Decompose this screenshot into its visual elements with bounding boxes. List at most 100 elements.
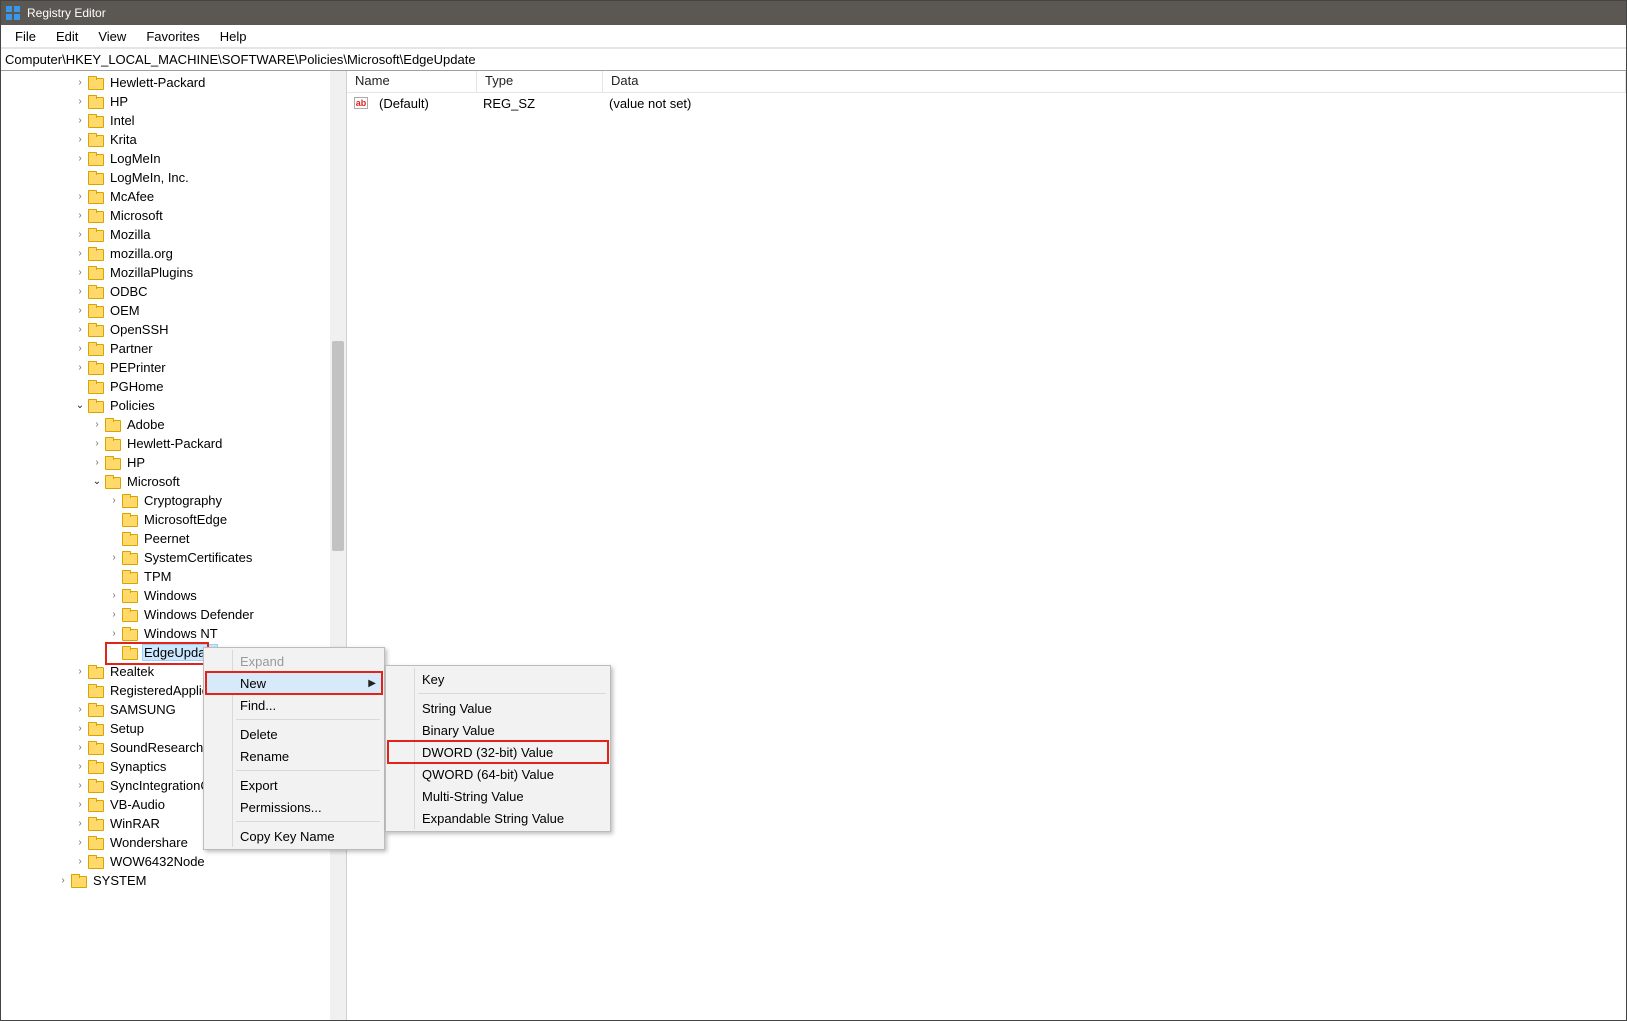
value-row-default[interactable]: ab (Default) REG_SZ (value not set) bbox=[347, 93, 1626, 113]
chevron-down-icon[interactable]: ⌄ bbox=[74, 400, 86, 411]
chevron-right-icon[interactable]: › bbox=[74, 115, 86, 126]
tree-item[interactable]: LogMeIn, Inc. bbox=[1, 168, 346, 187]
tree-item[interactable]: MicrosoftEdge bbox=[1, 510, 346, 529]
chevron-right-icon[interactable]: › bbox=[91, 457, 103, 468]
menu-file[interactable]: File bbox=[5, 27, 46, 46]
context-menu-item[interactable]: DWORD (32-bit) Value bbox=[388, 741, 608, 763]
tree-item[interactable]: ›Microsoft bbox=[1, 206, 346, 225]
tree-item[interactable]: ›Windows Defender bbox=[1, 605, 346, 624]
chevron-right-icon[interactable]: › bbox=[91, 419, 103, 430]
tree-scrollbar[interactable] bbox=[330, 71, 346, 1020]
chevron-right-icon[interactable]: › bbox=[74, 837, 86, 848]
tree-item-label: PGHome bbox=[108, 379, 165, 394]
context-menu-item[interactable]: Multi-String Value bbox=[388, 785, 608, 807]
tree-item[interactable]: ›HP bbox=[1, 453, 346, 472]
address-bar[interactable] bbox=[1, 49, 1626, 71]
chevron-right-icon[interactable]: › bbox=[74, 248, 86, 259]
context-menu-item[interactable]: Rename bbox=[206, 745, 382, 767]
tree-item[interactable]: ›WOW6432Node bbox=[1, 852, 346, 871]
tree-item[interactable]: PGHome bbox=[1, 377, 346, 396]
context-menu-item[interactable]: New▶ bbox=[206, 672, 382, 694]
tree-item[interactable]: ⌄Microsoft bbox=[1, 472, 346, 491]
tree-item[interactable]: ›OEM bbox=[1, 301, 346, 320]
chevron-right-icon[interactable]: › bbox=[74, 191, 86, 202]
chevron-right-icon[interactable]: › bbox=[74, 229, 86, 240]
tree-item[interactable]: ›McAfee bbox=[1, 187, 346, 206]
chevron-right-icon[interactable]: › bbox=[91, 438, 103, 449]
folder-icon bbox=[88, 323, 104, 337]
address-input[interactable] bbox=[5, 52, 1622, 67]
chevron-right-icon[interactable]: › bbox=[74, 761, 86, 772]
new-submenu: Key String ValueBinary ValueDWORD (32-bit… bbox=[385, 665, 611, 832]
chevron-right-icon[interactable]: › bbox=[74, 305, 86, 316]
chevron-right-icon[interactable]: › bbox=[108, 628, 120, 639]
chevron-right-icon[interactable]: › bbox=[74, 362, 86, 373]
chevron-right-icon[interactable]: › bbox=[74, 723, 86, 734]
tree-item[interactable]: ›Hewlett-Packard bbox=[1, 73, 346, 92]
tree-scrollbar-thumb[interactable] bbox=[332, 341, 344, 551]
chevron-right-icon[interactable]: › bbox=[74, 96, 86, 107]
tree-item[interactable]: ›OpenSSH bbox=[1, 320, 346, 339]
chevron-right-icon[interactable]: › bbox=[57, 875, 69, 886]
chevron-right-icon[interactable]: › bbox=[108, 609, 120, 620]
registry-tree-panel: ›Hewlett-Packard›HP›Intel›Krita›LogMeInL… bbox=[1, 71, 347, 1020]
tree-item[interactable]: ›Partner bbox=[1, 339, 346, 358]
chevron-right-icon[interactable]: › bbox=[74, 77, 86, 88]
tree-item[interactable]: ›Mozilla bbox=[1, 225, 346, 244]
tree-item[interactable]: TPM bbox=[1, 567, 346, 586]
context-menu-item[interactable]: Expandable String Value bbox=[388, 807, 608, 829]
menu-edit[interactable]: Edit bbox=[46, 27, 88, 46]
chevron-right-icon[interactable]: › bbox=[74, 134, 86, 145]
chevron-right-icon[interactable]: › bbox=[74, 210, 86, 221]
col-header-type[interactable]: Type bbox=[477, 71, 603, 92]
chevron-right-icon[interactable]: › bbox=[108, 495, 120, 506]
tree-item[interactable]: ›Windows bbox=[1, 586, 346, 605]
chevron-right-icon[interactable]: › bbox=[108, 552, 120, 563]
chevron-right-icon[interactable]: › bbox=[74, 267, 86, 278]
chevron-right-icon[interactable]: › bbox=[74, 153, 86, 164]
context-menu-item[interactable]: String Value bbox=[388, 697, 608, 719]
tree-item[interactable]: ›SYSTEM bbox=[1, 871, 346, 890]
chevron-right-icon[interactable]: › bbox=[74, 666, 86, 677]
tree-item[interactable]: ›Windows NT bbox=[1, 624, 346, 643]
chevron-right-icon[interactable]: › bbox=[74, 799, 86, 810]
menu-favorites[interactable]: Favorites bbox=[136, 27, 209, 46]
context-menu-item[interactable]: Binary Value bbox=[388, 719, 608, 741]
tree-item[interactable]: ›mozilla.org bbox=[1, 244, 346, 263]
tree-item[interactable]: Peernet bbox=[1, 529, 346, 548]
chevron-right-icon[interactable]: › bbox=[74, 818, 86, 829]
tree-item[interactable]: ⌄Policies bbox=[1, 396, 346, 415]
chevron-right-icon[interactable]: › bbox=[74, 856, 86, 867]
tree-item[interactable]: ›LogMeIn bbox=[1, 149, 346, 168]
context-menu-item[interactable]: Key bbox=[388, 668, 608, 690]
context-menu-item[interactable]: Delete bbox=[206, 723, 382, 745]
tree-item[interactable]: ›SystemCertificates bbox=[1, 548, 346, 567]
chevron-down-icon[interactable]: ⌄ bbox=[91, 476, 103, 487]
chevron-right-icon[interactable]: › bbox=[74, 286, 86, 297]
tree-item[interactable]: ›Adobe bbox=[1, 415, 346, 434]
chevron-right-icon[interactable]: › bbox=[74, 780, 86, 791]
chevron-right-icon[interactable]: › bbox=[108, 590, 120, 601]
context-menu-item[interactable]: Find... bbox=[206, 694, 382, 716]
chevron-right-icon[interactable]: › bbox=[74, 742, 86, 753]
tree-item[interactable]: ›HP bbox=[1, 92, 346, 111]
menu-view[interactable]: View bbox=[88, 27, 136, 46]
menu-help[interactable]: Help bbox=[210, 27, 257, 46]
chevron-right-icon[interactable]: › bbox=[74, 343, 86, 354]
context-menu-item[interactable]: QWORD (64-bit) Value bbox=[388, 763, 608, 785]
col-header-data[interactable]: Data bbox=[603, 71, 1626, 92]
context-menu-item[interactable]: Copy Key Name bbox=[206, 825, 382, 847]
titlebar[interactable]: Registry Editor bbox=[1, 1, 1626, 25]
tree-item[interactable]: ›Krita bbox=[1, 130, 346, 149]
context-menu-item[interactable]: Permissions... bbox=[206, 796, 382, 818]
tree-item[interactable]: ›PEPrinter bbox=[1, 358, 346, 377]
tree-item[interactable]: ›ODBC bbox=[1, 282, 346, 301]
tree-item[interactable]: ›Hewlett-Packard bbox=[1, 434, 346, 453]
col-header-name[interactable]: Name bbox=[347, 71, 477, 92]
tree-item[interactable]: ›Cryptography bbox=[1, 491, 346, 510]
context-menu-item[interactable]: Export bbox=[206, 774, 382, 796]
tree-item[interactable]: ›Intel bbox=[1, 111, 346, 130]
tree-item[interactable]: ›MozillaPlugins bbox=[1, 263, 346, 282]
chevron-right-icon[interactable]: › bbox=[74, 704, 86, 715]
chevron-right-icon[interactable]: › bbox=[74, 324, 86, 335]
